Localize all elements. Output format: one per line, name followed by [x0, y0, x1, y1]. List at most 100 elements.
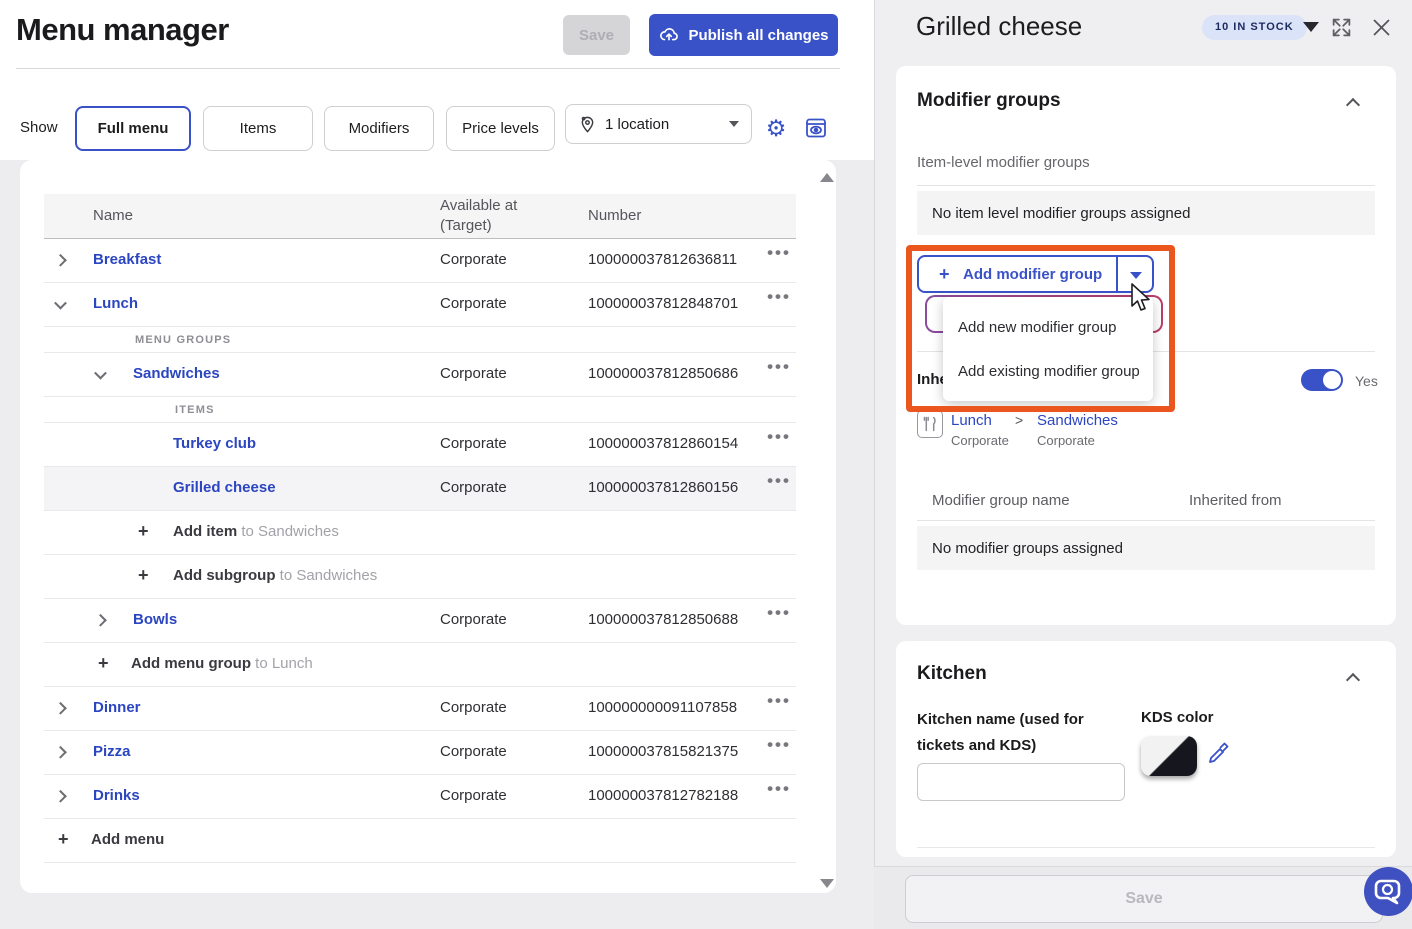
stock-badge: 10 IN STOCK — [1202, 15, 1307, 40]
row-name-link[interactable]: Breakfast — [93, 251, 161, 268]
chevron-right-icon[interactable] — [94, 613, 107, 626]
row-name-link[interactable]: Pizza — [93, 743, 131, 760]
breadcrumb-menu-link[interactable]: Lunch — [951, 412, 992, 429]
close-icon[interactable] — [1371, 17, 1392, 38]
kds-color-label: KDS color — [1141, 705, 1214, 731]
plus-icon: + — [58, 829, 69, 850]
divider — [917, 847, 1375, 848]
scroll-up-arrow[interactable] — [820, 173, 834, 182]
add-row: +Add item to Sandwiches — [44, 511, 796, 555]
tab-price-levels[interactable]: Price levels — [446, 106, 555, 151]
row-actions-ellipsis[interactable]: ••• — [759, 779, 799, 799]
menu-utensils-icon — [917, 410, 943, 438]
chat-bubble-button[interactable] — [1364, 867, 1412, 916]
eyedropper-icon[interactable] — [1207, 741, 1231, 765]
show-label: Show — [20, 119, 58, 136]
chevron-down-icon[interactable] — [94, 366, 107, 379]
row-actions-ellipsis[interactable]: ••• — [759, 471, 799, 491]
dropdown-item-add-existing-modifier-group[interactable]: Add existing modifier group — [943, 349, 1153, 393]
kitchen-name-input[interactable] — [917, 763, 1125, 801]
split-button-caret-icon[interactable] — [1130, 272, 1142, 279]
header: Menu manager Save Publish all changes Sh… — [0, 0, 874, 160]
tab-full-menu[interactable]: Full menu — [75, 106, 191, 151]
row-number: 100000037812848701 — [588, 295, 738, 312]
chevron-down-icon — [729, 121, 739, 127]
add-action-target: to Sandwiches — [280, 567, 378, 584]
row-actions-ellipsis[interactable]: ••• — [759, 603, 799, 623]
table-row-pizza: Pizza Corporate 100000037815821375 ••• — [44, 731, 796, 775]
kds-color-swatch[interactable] — [1141, 736, 1197, 776]
breadcrumb-group-link[interactable]: Sandwiches — [1037, 412, 1118, 429]
scroll-down-arrow[interactable] — [820, 879, 834, 888]
collapse-kitchen-icon[interactable] — [1346, 673, 1360, 687]
kitchen-name-label-line1: Kitchen name (used for — [917, 711, 1084, 728]
chat-bubble-icon — [1364, 867, 1412, 916]
row-actions-ellipsis[interactable]: ••• — [759, 691, 799, 711]
add-action-label[interactable]: Add item to Sandwiches — [173, 523, 339, 540]
column-header-available-at: Available at (Target) — [440, 196, 550, 236]
chevron-right-icon[interactable] — [54, 745, 67, 758]
view-settings-icon[interactable] — [804, 116, 828, 140]
chevron-right-icon[interactable] — [54, 701, 67, 714]
row-number: 100000037815821375 — [588, 743, 738, 760]
row-name-link[interactable]: Dinner — [93, 699, 141, 716]
row-actions-ellipsis[interactable]: ••• — [759, 243, 799, 263]
row-name-link[interactable]: Lunch — [93, 295, 138, 312]
row-name-link[interactable]: Grilled cheese — [173, 479, 276, 496]
chevron-right-icon[interactable] — [54, 789, 67, 802]
chevron-down-icon[interactable] — [54, 296, 67, 309]
toggle-knob — [1323, 371, 1341, 389]
location-selector[interactable]: 1 location — [565, 104, 752, 144]
row-name-link[interactable]: Turkey club — [173, 435, 256, 452]
add-row: +Add menu group to Lunch — [44, 643, 796, 687]
row-number: 100000037812636811 — [588, 251, 737, 268]
modifier-groups-heading: Modifier groups — [917, 90, 1061, 112]
row-number: 100000037812850688 — [588, 611, 738, 628]
save-button[interactable]: Save — [563, 15, 630, 55]
tab-modifiers[interactable]: Modifiers — [324, 106, 434, 151]
row-actions-ellipsis[interactable]: ••• — [759, 287, 799, 307]
location-value: 1 location — [605, 116, 669, 133]
kitchen-heading: Kitchen — [917, 663, 987, 685]
kitchen-card: Kitchen Kitchen name (used for tickets a… — [896, 641, 1396, 857]
row-number: 100000037812782188 — [588, 787, 738, 804]
row-name-link[interactable]: Drinks — [93, 787, 140, 804]
chevron-right-icon[interactable] — [54, 253, 67, 266]
row-name-link[interactable]: Sandwiches — [133, 365, 220, 382]
table-row-drinks: DrinksCorporate100000037812782188••• — [44, 775, 796, 819]
row-number: 100000037812860154 — [588, 435, 738, 452]
stock-dropdown-icon[interactable] — [1303, 22, 1319, 32]
collapse-modifier-groups-icon[interactable] — [1346, 98, 1360, 112]
row-available-at: Corporate — [440, 365, 507, 382]
row-available-at: Corporate — [440, 611, 507, 628]
column-header-number: Number — [588, 207, 641, 224]
row-actions-ellipsis[interactable]: ••• — [759, 357, 799, 377]
section-label-row: ITEMS — [44, 397, 796, 423]
column-header-inherited-from: Inherited from — [1189, 492, 1282, 509]
breadcrumb-group-sublabel: Corporate — [1037, 433, 1095, 448]
add-action-label[interactable]: Add menu group to Lunch — [131, 655, 313, 672]
item-level-empty-state: No item level modifier groups assigned — [917, 191, 1375, 235]
row-number: 100000037812860156 — [588, 479, 738, 496]
plus-icon: + — [939, 264, 950, 285]
table-row-sandwiches: SandwichesCorporate100000037812850686••• — [44, 353, 796, 397]
row-name-link[interactable]: Bowls — [133, 611, 177, 628]
row-available-at: Corporate — [440, 435, 507, 452]
gear-icon[interactable]: ⚙ — [764, 116, 788, 140]
add-action-label[interactable]: Add subgroup to Sandwiches — [173, 567, 377, 584]
inherited-toggle[interactable] — [1301, 369, 1343, 391]
dropdown-item-add-new-modifier-group[interactable]: Add new modifier group — [943, 305, 1153, 349]
row-actions-ellipsis[interactable]: ••• — [759, 427, 799, 447]
row-available-at: Corporate — [440, 743, 507, 760]
panel-save-button[interactable]: Save — [905, 875, 1383, 923]
publish-all-changes-button[interactable]: Publish all changes — [649, 14, 838, 56]
split-button-divider — [1116, 257, 1118, 291]
menu-manager-app: Menu manager Save Publish all changes Sh… — [0, 0, 1412, 929]
expand-icon[interactable] — [1331, 17, 1352, 38]
tab-items[interactable]: Items — [203, 106, 313, 151]
add-modifier-group-button[interactable]: + Add modifier group — [917, 255, 1154, 293]
add-row: + Add menu — [44, 819, 796, 863]
row-actions-ellipsis[interactable]: ••• — [759, 735, 799, 755]
add-action-label[interactable]: Add menu — [91, 831, 164, 848]
publish-label: Publish all changes — [688, 27, 828, 44]
